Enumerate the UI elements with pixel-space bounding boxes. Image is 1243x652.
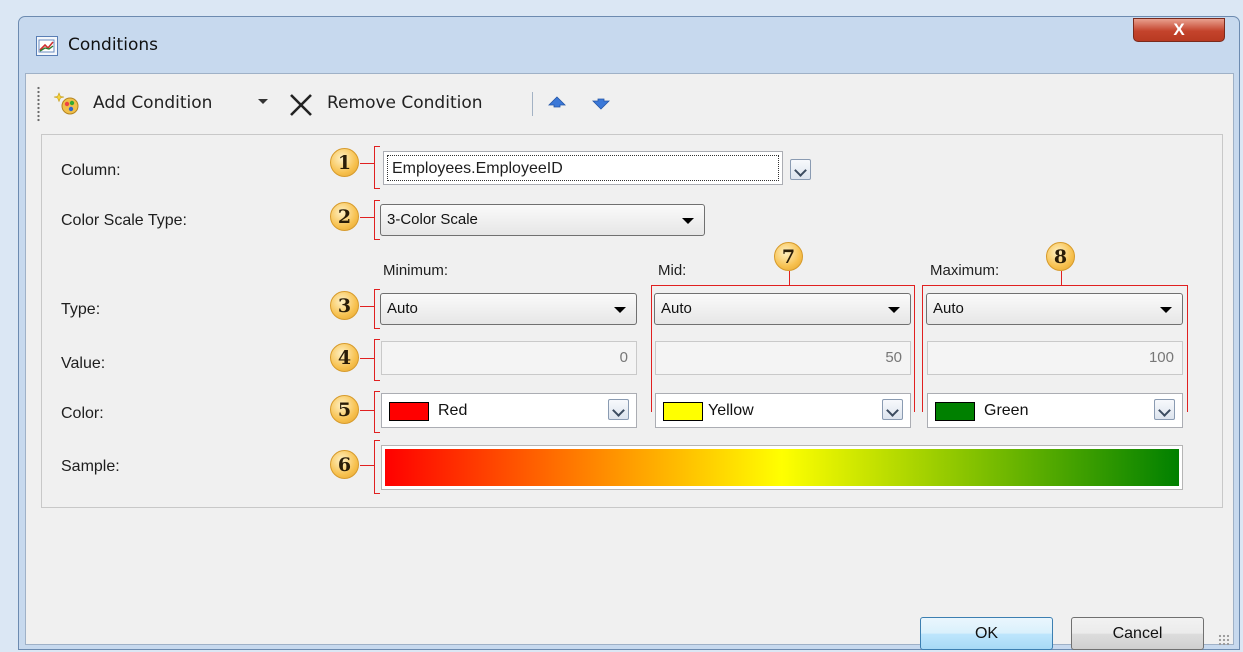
column-combo[interactable]: Employees.EmployeeID (383, 151, 783, 185)
minimum-value-field[interactable]: 0 (381, 341, 637, 375)
callout-bracket (374, 440, 380, 494)
toolbar-grip[interactable] (37, 86, 40, 122)
column-dropdown-button[interactable] (790, 159, 811, 180)
callout-bracket (374, 391, 380, 433)
remove-x-icon[interactable] (288, 92, 314, 118)
callout-connector (360, 358, 374, 359)
color-label: Color: (61, 405, 104, 422)
callout-connector (1061, 271, 1062, 285)
callout-connector (360, 217, 374, 218)
minimum-color-name: Red (438, 402, 468, 419)
value-label: Value: (61, 355, 106, 372)
maximum-type-value: Auto (933, 300, 964, 317)
column-label: Column: (61, 162, 121, 179)
sample-gradient-bar (385, 449, 1179, 486)
callout-connector (360, 465, 374, 466)
ok-button[interactable]: OK (920, 617, 1053, 650)
move-up-icon[interactable] (546, 94, 568, 112)
minimum-type-select[interactable]: Auto (380, 293, 637, 325)
dropdown-arrow-icon[interactable] (258, 99, 268, 104)
callout-bracket (374, 200, 380, 240)
callout-5: 5 (330, 395, 359, 424)
mid-color-picker[interactable]: Yellow (655, 393, 911, 428)
callout-bracket (374, 289, 380, 329)
callout-connector (360, 410, 374, 411)
minimum-header: Minimum: (383, 262, 449, 279)
add-condition-icon[interactable] (53, 91, 81, 115)
callout-connector (360, 306, 374, 307)
remove-condition-button[interactable]: Remove Condition (327, 93, 483, 113)
chevron-down-icon[interactable] (882, 399, 903, 420)
chevron-down-icon (1160, 307, 1172, 313)
callout-bracket (374, 339, 380, 381)
callout-6: 6 (330, 450, 359, 479)
callout-8: 8 (1046, 242, 1075, 271)
chart-icon (36, 36, 58, 56)
chevron-down-icon[interactable] (1154, 399, 1175, 420)
maximum-color-picker[interactable]: Green (927, 393, 1183, 428)
callout-2: 2 (330, 202, 359, 231)
callout-bracket (651, 285, 652, 412)
column-value: Employees.EmployeeID (387, 155, 779, 181)
chevron-down-icon (614, 307, 626, 313)
toolbar-separator (532, 92, 533, 116)
callout-bracket (914, 285, 915, 412)
maximum-value-field[interactable]: 100 (927, 341, 1183, 375)
maximum-type-select[interactable]: Auto (926, 293, 1183, 325)
callout-bracket (651, 285, 915, 286)
callout-1: 1 (330, 148, 359, 177)
mid-type-select[interactable]: Auto (654, 293, 911, 325)
callout-bracket (922, 285, 923, 412)
chevron-down-icon (682, 218, 694, 224)
callout-bracket (922, 285, 1187, 286)
window-title: Conditions (68, 35, 158, 55)
sample-preview (381, 445, 1183, 490)
callout-4: 4 (330, 343, 359, 372)
cancel-button[interactable]: Cancel (1071, 617, 1204, 650)
red-swatch (389, 402, 429, 421)
add-condition-button[interactable]: Add Condition (93, 93, 212, 113)
callout-7: 7 (774, 242, 803, 271)
callout-bracket (1187, 285, 1188, 412)
callout-connector (360, 163, 374, 164)
mid-value-field[interactable]: 50 (655, 341, 911, 375)
chevron-down-icon (888, 307, 900, 313)
maximum-header: Maximum: (930, 262, 1000, 279)
green-swatch (935, 402, 975, 421)
mid-header: Mid: (658, 262, 687, 279)
color-scale-type-label: Color Scale Type: (61, 212, 187, 229)
type-label: Type: (61, 301, 101, 318)
mid-color-name: Yellow (708, 402, 754, 419)
move-down-icon[interactable] (590, 94, 612, 112)
resize-grip[interactable] (1218, 634, 1230, 646)
color-scale-type-select[interactable]: 3-Color Scale (380, 204, 705, 236)
color-scale-type-value: 3-Color Scale (387, 211, 478, 228)
mid-type-value: Auto (661, 300, 692, 317)
yellow-swatch (663, 402, 703, 421)
minimum-color-picker[interactable]: Red (381, 393, 637, 428)
minimum-type-value: Auto (387, 300, 418, 317)
close-button[interactable]: X (1133, 18, 1225, 42)
sample-label: Sample: (61, 458, 120, 475)
callout-bracket (374, 146, 380, 189)
maximum-color-name: Green (984, 402, 1029, 419)
chevron-down-icon[interactable] (608, 399, 629, 420)
callout-3: 3 (330, 291, 359, 320)
callout-connector (789, 271, 790, 285)
